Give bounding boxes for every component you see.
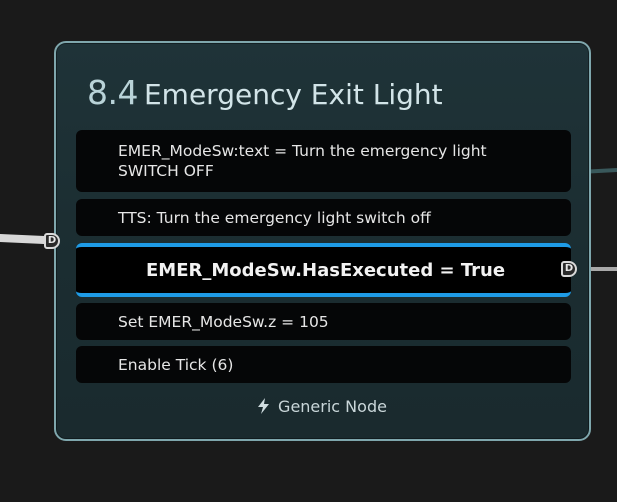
action-row-label: EMER_ModeSw:text = Turn the emergency li… bbox=[118, 142, 487, 180]
node-title: 8.4 Emergency Exit Light bbox=[87, 73, 443, 112]
action-row-enable-tick[interactable]: Enable Tick (6) bbox=[76, 346, 571, 383]
action-row-label: TTS: Turn the emergency light switch off bbox=[118, 208, 431, 227]
lightning-bolt-icon bbox=[258, 398, 270, 418]
graph-canvas[interactable]: 8.4 Emergency Exit Light EMER_ModeSw:text… bbox=[0, 0, 617, 502]
node-type-label: Generic Node bbox=[278, 397, 387, 416]
node-type-footer: Generic Node bbox=[56, 397, 589, 418]
input-wire[interactable] bbox=[0, 234, 48, 244]
condition-row-label: EMER_ModeSw.HasExecuted = True bbox=[146, 259, 506, 281]
action-row-text-assign[interactable]: EMER_ModeSw:text = Turn the emergency li… bbox=[76, 130, 571, 192]
input-pin[interactable]: D bbox=[44, 233, 60, 249]
node-number: 8.4 bbox=[87, 73, 138, 112]
action-row-label: Enable Tick (6) bbox=[118, 355, 234, 374]
action-row-tts[interactable]: TTS: Turn the emergency light switch off bbox=[76, 199, 571, 236]
node-name: Emergency Exit Light bbox=[143, 78, 443, 111]
action-row-set-z[interactable]: Set EMER_ModeSw.z = 105 bbox=[76, 303, 571, 340]
action-row-label: Set EMER_ModeSw.z = 105 bbox=[118, 312, 329, 331]
generic-node[interactable]: 8.4 Emergency Exit Light EMER_ModeSw:text… bbox=[54, 41, 591, 441]
output-pin[interactable]: D bbox=[561, 261, 577, 277]
condition-row-has-executed[interactable]: EMER_ModeSw.HasExecuted = True bbox=[76, 243, 571, 297]
